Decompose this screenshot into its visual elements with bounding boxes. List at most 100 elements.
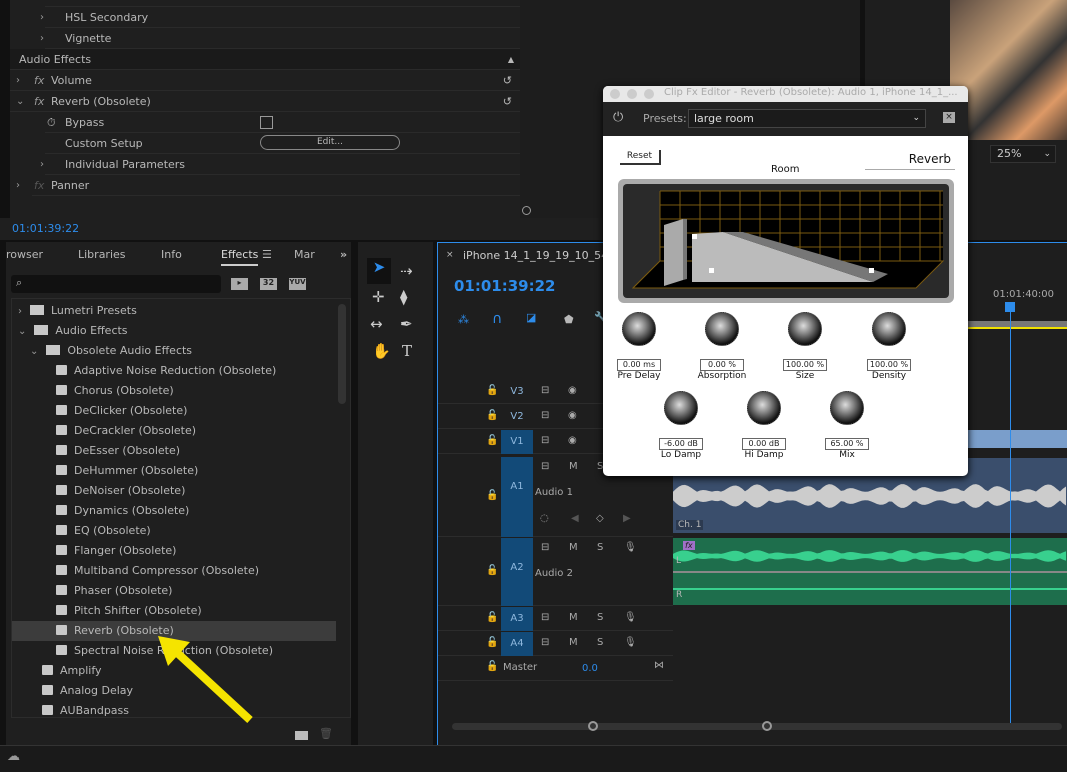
track-header-A2[interactable]: 🔓 A2 ⊟ M S 🎙 Audio 2 [438, 538, 673, 606]
solo-button[interactable]: S [597, 637, 603, 648]
presets-dropdown[interactable]: large room ⌄ [688, 109, 926, 128]
expand-chevron[interactable]: ⌄ [30, 346, 38, 357]
effect-item[interactable]: Dynamics (Obsolete) [12, 501, 336, 521]
timeline-timecode[interactable]: 01:01:39:22 [454, 277, 556, 295]
row-volume[interactable]: › fx Volume ↺ [10, 70, 520, 91]
lock-icon[interactable]: 🔓 [486, 490, 498, 501]
close-editor-icon[interactable]: × [943, 112, 955, 123]
add-marker-icon[interactable]: ⬟ [564, 313, 574, 326]
track-header-A3[interactable]: 🔓 A3 ⊟ M S 🎙 [438, 607, 673, 631]
track-target[interactable]: A2 [501, 538, 533, 606]
list-scrollbar[interactable] [338, 304, 346, 404]
lock-icon[interactable]: 🔓 [486, 435, 498, 446]
close-window-button[interactable] [610, 89, 620, 99]
knob-absorption[interactable] [705, 312, 739, 346]
close-tab-icon[interactable]: × [446, 250, 454, 260]
linked-selection-icon[interactable]: ◪ [526, 311, 536, 324]
trash-icon[interactable]: 🗑 [319, 727, 333, 740]
title-bar[interactable]: Clip Fx Editor - Reverb (Obsolete): Audi… [603, 86, 968, 102]
knob-size[interactable] [788, 312, 822, 346]
creative-cloud-icon[interactable]: ☁ [7, 749, 20, 764]
scroll-handle[interactable] [522, 206, 531, 215]
effect-item[interactable]: Flanger (Obsolete) [12, 541, 336, 561]
mute-button[interactable]: M [569, 461, 578, 472]
effect-item[interactable]: Phaser (Obsolete) [12, 581, 336, 601]
knob-hi-damp[interactable] [747, 391, 781, 425]
room-handle[interactable] [869, 268, 874, 273]
sync-lock-icon[interactable]: ⊟ [541, 637, 549, 648]
sync-lock-icon[interactable]: ⊟ [541, 410, 549, 421]
effect-item[interactable]: Adaptive Noise Reduction (Obsolete) [12, 361, 336, 381]
new-folder-icon[interactable] [295, 731, 308, 740]
row-individual-parameters[interactable]: › Individual Parameters [40, 154, 520, 175]
track-target[interactable]: A4 [501, 632, 533, 656]
reset-button[interactable]: Reset [620, 150, 661, 165]
next-keyframe-icon[interactable]: ▶ [623, 513, 631, 524]
mic-icon[interactable]: 🎙 [624, 637, 637, 648]
knob-value[interactable]: 0.00 dB [742, 438, 786, 450]
sequence-tab[interactable]: iPhone 14_1_19_19_10_54_ [463, 249, 614, 262]
sync-lock-icon[interactable]: ⊟ [541, 385, 549, 396]
audio2-clip[interactable]: fx L R [673, 538, 1067, 605]
knob-value[interactable]: 100.00 % [783, 359, 827, 371]
lock-icon[interactable]: 🔓 [486, 385, 498, 396]
solo-button[interactable]: S [597, 542, 603, 553]
sync-lock-icon[interactable]: ⊟ [541, 542, 549, 553]
tab-browser[interactable]: rowser [6, 248, 43, 261]
lock-icon[interactable]: 🔓 [486, 612, 498, 623]
solo-button[interactable]: S [597, 612, 603, 623]
timeline-scrollbar[interactable] [452, 721, 1062, 731]
effect-item[interactable]: DeHummer (Obsolete) [12, 461, 336, 481]
tab-markers[interactable]: Mar [294, 248, 315, 261]
keyframe-icon[interactable]: ◌ [540, 513, 549, 524]
track-target[interactable]: A3 [501, 607, 533, 631]
tab-libraries[interactable]: Libraries [78, 248, 126, 261]
yuv-icon[interactable]: YUV [289, 278, 306, 290]
knob-value[interactable]: -6.00 dB [659, 438, 703, 450]
tab-effects[interactable]: Effects [221, 248, 259, 266]
bypass-checkbox[interactable] [260, 116, 273, 129]
tab-info[interactable]: Info [161, 248, 182, 261]
mic-icon[interactable]: 🎙 [624, 542, 637, 553]
knob-pre-delay[interactable] [622, 312, 656, 346]
knob-lo-damp[interactable] [664, 391, 698, 425]
effect-item[interactable]: ⌄ Obsolete Audio Effects [12, 341, 336, 361]
v1-clip[interactable] [960, 430, 1067, 448]
track-header-A4[interactable]: 🔓 A4 ⊟ M S 🎙 [438, 632, 673, 656]
power-icon[interactable]: ⏻ [613, 110, 623, 125]
row-panner[interactable]: › fx Panner [16, 175, 520, 196]
knob-value[interactable]: 65.00 % [825, 438, 869, 450]
effect-item[interactable]: ⌄ Audio Effects [12, 321, 336, 341]
prev-keyframe-icon[interactable]: ◀ [571, 513, 579, 524]
mute-button[interactable]: M [569, 612, 578, 623]
room-handle[interactable] [709, 268, 714, 273]
mic-icon[interactable]: 🎙 [624, 612, 637, 623]
search-input[interactable]: ⌕ [11, 275, 221, 293]
eye-icon[interactable]: ◉ [568, 435, 577, 446]
knob-value[interactable]: 100.00 % [867, 359, 911, 371]
type-tool[interactable]: T [402, 342, 412, 360]
knob-density[interactable] [872, 312, 906, 346]
effect-item[interactable]: Pitch Shifter (Obsolete) [12, 601, 336, 621]
knob-value[interactable]: 0.00 % [700, 359, 744, 371]
nest-icon[interactable]: ⁂ [458, 313, 469, 326]
lock-icon[interactable]: 🔓 [486, 410, 498, 421]
master-value[interactable]: 0.0 [582, 663, 598, 674]
mute-button[interactable]: M [569, 542, 578, 553]
lock-icon[interactable]: 🔓 [486, 637, 498, 648]
minimize-window-button[interactable] [627, 89, 637, 99]
selection-tool[interactable]: ➤ [367, 258, 391, 284]
32bit-icon[interactable]: 32 [260, 278, 277, 290]
row-vignette[interactable]: › Vignette [40, 28, 520, 49]
track-target[interactable]: A1 [501, 457, 533, 537]
lock-icon[interactable]: 🔓 [486, 565, 498, 576]
eye-icon[interactable]: ◉ [568, 410, 577, 421]
stopwatch-icon[interactable]: ⏱ [47, 112, 56, 133]
track-select-tool[interactable]: ⇢ [400, 262, 413, 280]
track-target[interactable]: V3 [501, 380, 533, 404]
slip-tool[interactable]: ↔ [370, 315, 383, 333]
section-audio-effects[interactable]: Audio Effects ▲ [10, 49, 520, 70]
collapse-up-icon[interactable]: ▲ [508, 49, 514, 70]
bowtie-icon[interactable]: ⋈ [654, 660, 664, 671]
effect-item[interactable]: DeCrackler (Obsolete) [12, 421, 336, 441]
